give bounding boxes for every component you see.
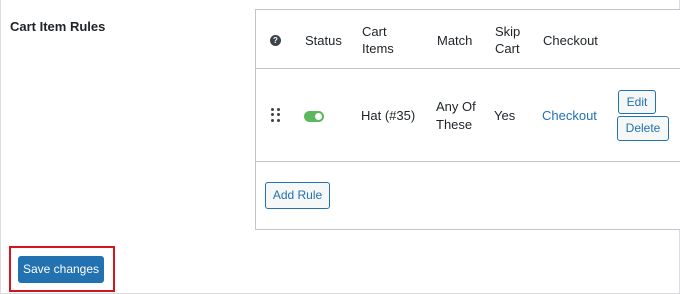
drag-handle-icon[interactable] bbox=[271, 108, 280, 122]
checkout-link[interactable]: Checkout bbox=[542, 107, 597, 125]
header-skip-cart-line1: Skip bbox=[495, 24, 521, 39]
header-cart-items: Cart Items bbox=[362, 23, 394, 57]
section-label: Cart Item Rules bbox=[10, 19, 106, 34]
table-header: ? Status Cart Items Match Skip Cart Chec… bbox=[256, 10, 680, 69]
delete-button[interactable]: Delete bbox=[617, 116, 669, 141]
table-row: Hat (#35) Any Of These Yes Checkout Edit… bbox=[256, 69, 680, 162]
help-icon[interactable]: ? bbox=[270, 35, 281, 46]
edit-button[interactable]: Edit bbox=[618, 90, 656, 114]
status-toggle[interactable] bbox=[304, 111, 324, 122]
header-match: Match bbox=[437, 33, 473, 48]
header-skip-cart-line2: Cart bbox=[495, 41, 520, 56]
cart-items-cell: Hat (#35) bbox=[361, 108, 416, 123]
header-status: Status bbox=[305, 33, 342, 48]
header-checkout: Checkout bbox=[543, 33, 598, 48]
header-cart-items-line1: Cart bbox=[362, 24, 387, 39]
header-cart-items-line2: Items bbox=[362, 41, 394, 56]
skip-cart-cell: Yes bbox=[494, 108, 516, 123]
toggle-knob bbox=[315, 113, 322, 120]
add-rule-button[interactable]: Add Rule bbox=[265, 182, 330, 209]
header-skip-cart: Skip Cart bbox=[495, 23, 520, 57]
match-cell: Any Of These bbox=[436, 98, 476, 134]
cart-item-rules-table: ? Status Cart Items Match Skip Cart Chec… bbox=[255, 9, 680, 230]
match-cell-line1: Any Of bbox=[436, 99, 476, 114]
save-changes-button[interactable]: Save changes bbox=[18, 256, 104, 283]
match-cell-line2: These bbox=[436, 117, 473, 132]
